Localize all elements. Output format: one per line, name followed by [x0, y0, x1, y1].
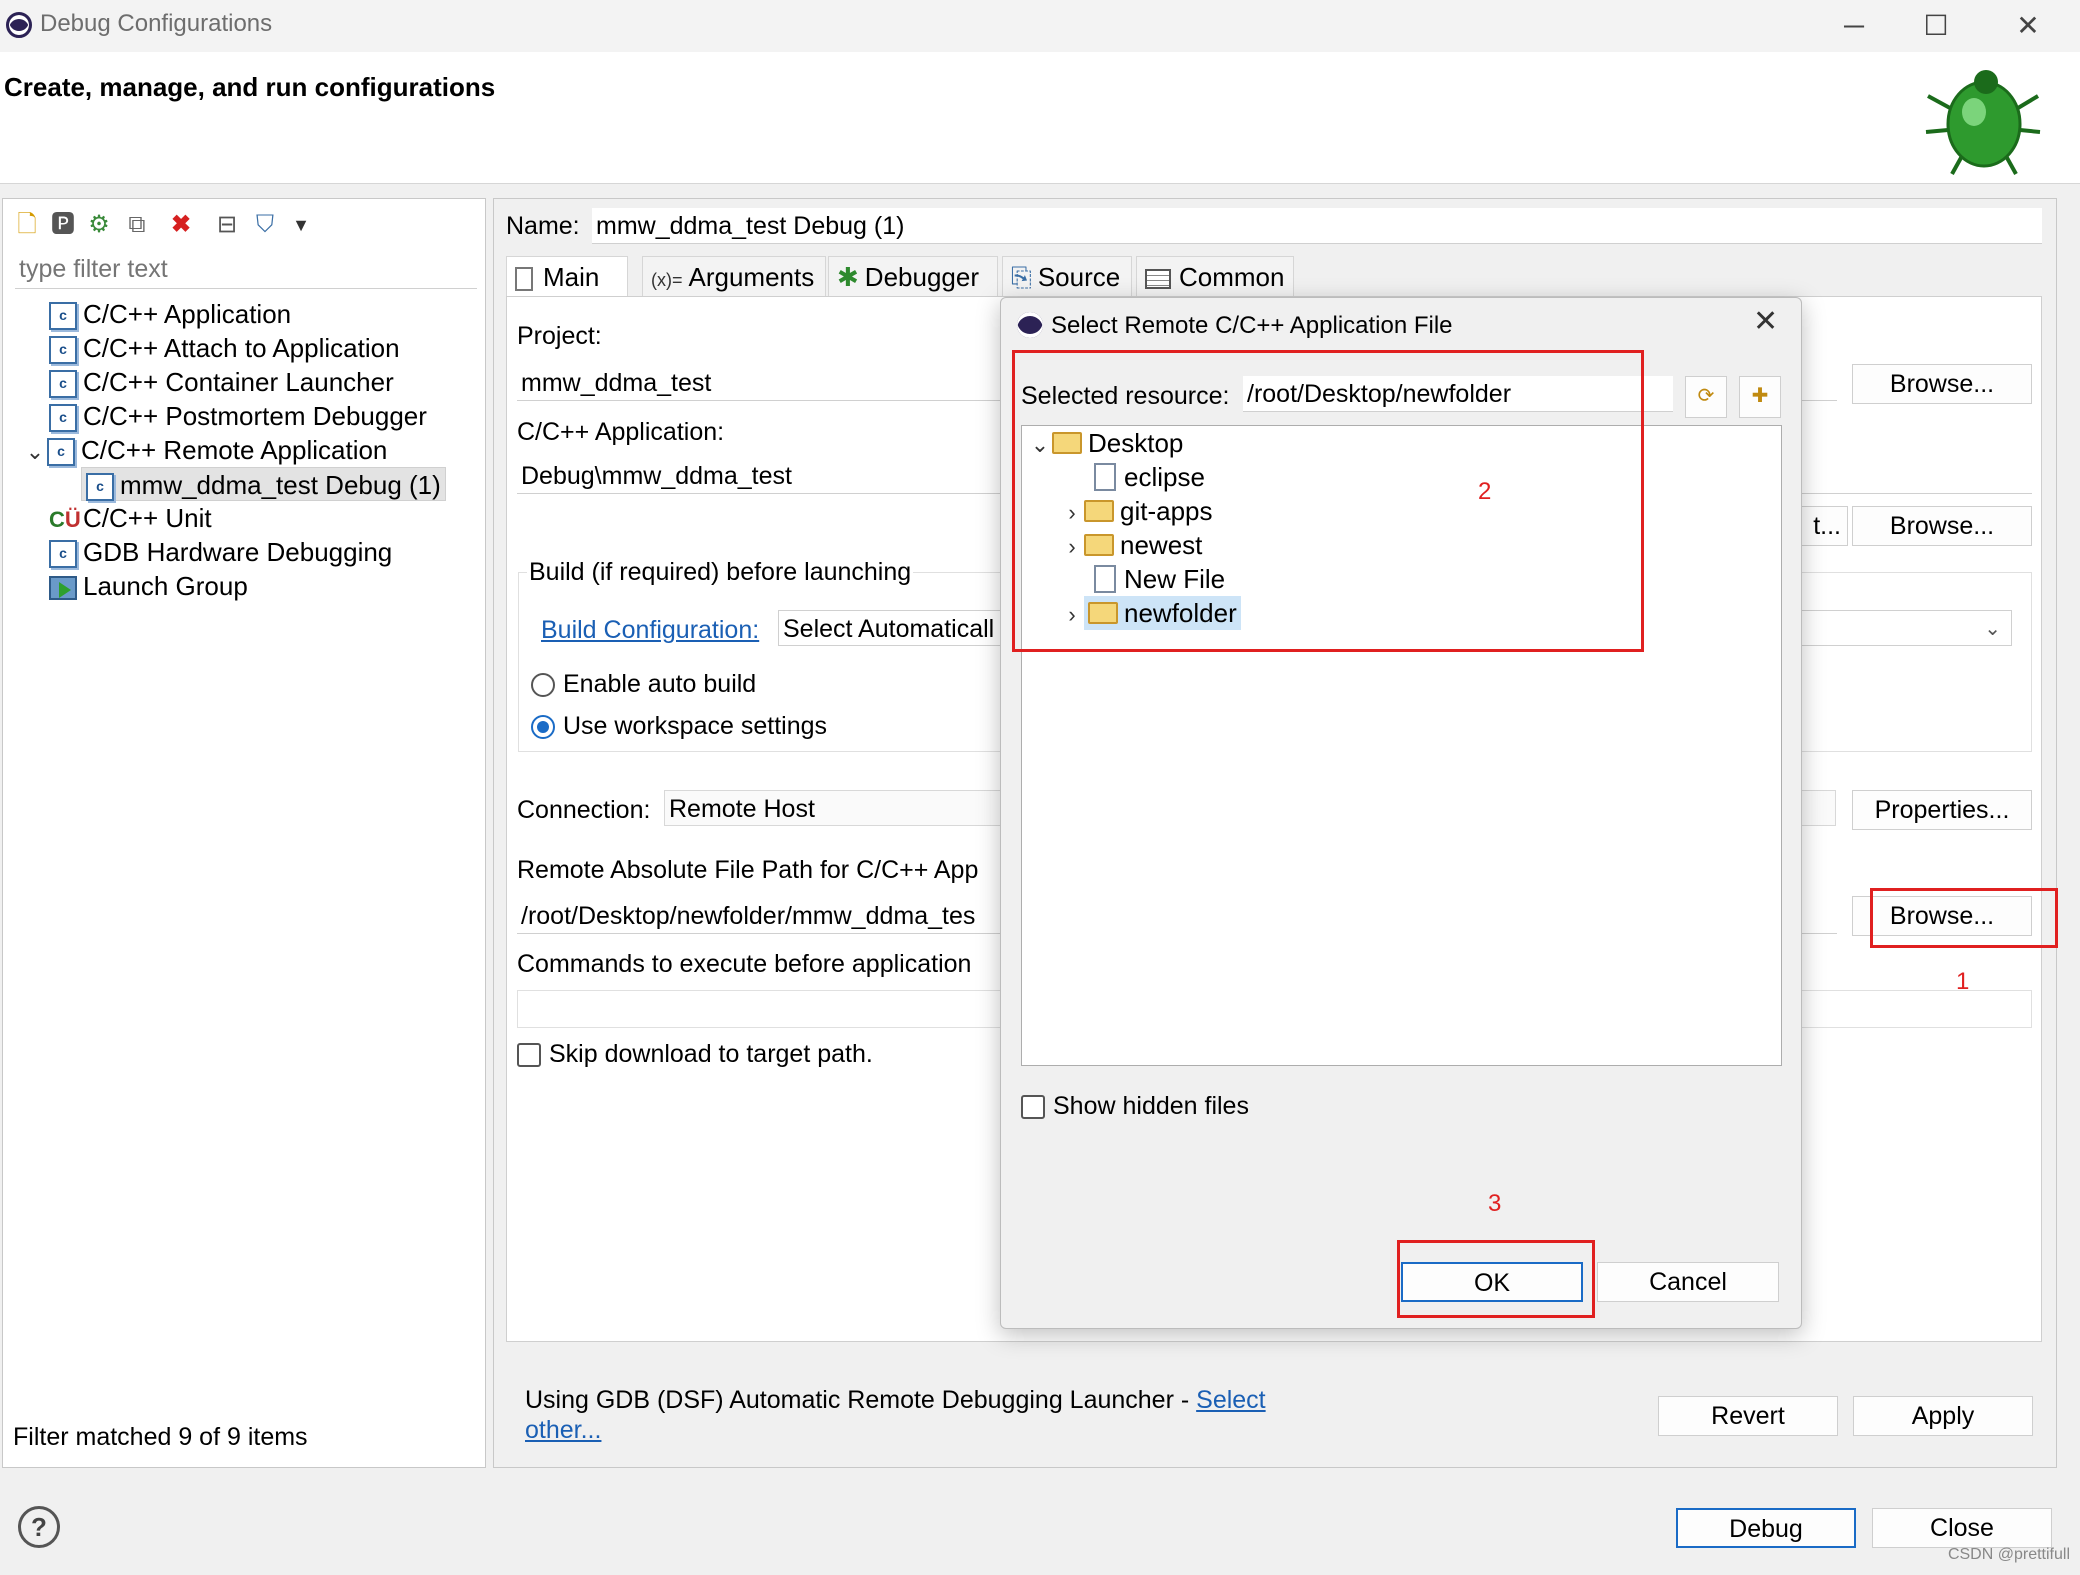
header-banner: Create, manage, and run configurations: [0, 52, 2080, 184]
minimize-button[interactable]: ─: [1826, 4, 1882, 48]
cu-icon: CÜ: [49, 507, 81, 532]
launch-group-icon: [49, 576, 77, 601]
new-folder-icon[interactable]: ✚: [1739, 376, 1781, 418]
debug-button[interactable]: Debug: [1676, 1508, 1856, 1548]
source-icon: ⎘: [1011, 262, 1032, 292]
filter-icon[interactable]: ⛉: [249, 209, 281, 241]
connection-label: Connection:: [517, 796, 651, 824]
show-hidden-files-checkbox[interactable]: Show hidden files: [1021, 1092, 1249, 1121]
close-window-button[interactable]: ✕: [2000, 4, 2056, 48]
view-menu-icon[interactable]: ▼: [285, 209, 317, 241]
build-group-label: Build (if required) before launching: [527, 558, 914, 587]
tree-item-cpp-attach[interactable]: c C/C++ Attach to Application: [49, 331, 400, 365]
c-config-icon: c: [49, 302, 77, 331]
common-icon: [1145, 269, 1171, 290]
select-other-link[interactable]: Select: [1196, 1386, 1265, 1414]
header-title: Create, manage, and run configurations: [4, 72, 496, 102]
new-prototype-icon[interactable]: 🅿: [47, 209, 79, 241]
tab-arguments[interactable]: (x)= Arguments: [642, 256, 826, 296]
tree-item-cpp-unit[interactable]: CÜC/C++ Unit: [49, 501, 212, 535]
browse-project-button[interactable]: Browse...: [1852, 364, 2032, 404]
window-title: Debug Configurations: [40, 10, 273, 37]
application-label: C/C++ Application:: [517, 418, 725, 446]
revert-button[interactable]: Revert: [1658, 1396, 1838, 1436]
build-configuration-link[interactable]: Build Configuration:: [541, 616, 759, 645]
main-tab-icon: [515, 267, 533, 292]
filter-input[interactable]: [15, 251, 477, 289]
delete-icon[interactable]: ✖: [165, 209, 197, 241]
tree-item-launch-group[interactable]: Launch Group: [49, 569, 248, 603]
configuration-list-panel: 🗋 🅿 ⚙ ⧉ ✖ ⊟ ⛉ ▼ cC/C++ Application cC/C+…: [2, 198, 486, 1468]
c-config-icon: c: [49, 336, 77, 365]
annotation-box-1: [1870, 888, 2058, 948]
annotation-box-3: [1397, 1240, 1595, 1318]
use-workspace-settings-radio[interactable]: Use workspace settings: [531, 712, 827, 741]
title-bar: Debug Configurations ─ ☐ ✕: [0, 0, 2080, 52]
skip-download-checkbox[interactable]: Skip download to target path.: [517, 1040, 873, 1069]
dialog-title: Select Remote C/C++ Application File: [1051, 312, 1453, 339]
c-config-icon: c: [49, 370, 77, 399]
eclipse-logo-icon: [6, 12, 32, 38]
tree-item-cpp-application[interactable]: c C/C++ Application: [49, 297, 291, 331]
dialog-close-icon[interactable]: ✕: [1753, 304, 1778, 339]
select-other-link-cont[interactable]: other...: [525, 1416, 601, 1445]
eclipse-logo-icon: [1017, 312, 1043, 338]
c-config-icon: c: [86, 473, 114, 502]
new-config-icon[interactable]: 🗋: [11, 209, 43, 241]
filter-status: Filter matched 9 of 9 items: [13, 1423, 308, 1451]
tab-source[interactable]: ⎘ Source: [1002, 256, 1132, 296]
bug-icon: [1925, 70, 2041, 175]
launcher-description: Using GDB (DSF) Automatic Remote Debuggi…: [525, 1386, 1266, 1414]
c-config-icon: c: [47, 438, 75, 467]
c-config-icon: c: [49, 404, 77, 433]
tree-item-cpp-remote[interactable]: ⌄ c C/C++ Remote Application: [23, 433, 387, 467]
collapse-all-icon[interactable]: ⊟: [211, 209, 243, 241]
annotation-number-3: 3: [1488, 1190, 1502, 1217]
tab-debugger[interactable]: ✱ Debugger: [828, 256, 998, 296]
project-label: Project:: [517, 322, 602, 350]
name-field[interactable]: mmw_ddma_test Debug (1): [592, 208, 2042, 244]
remote-path-label: Remote Absolute File Path for C/C++ App: [517, 856, 979, 884]
name-label: Name:: [506, 212, 580, 240]
enable-auto-build-radio[interactable]: Enable auto build: [531, 670, 756, 699]
chevron-down-icon: ⌄: [1984, 618, 2001, 640]
tab-main[interactable]: Main: [506, 256, 628, 296]
properties-button[interactable]: Properties...: [1852, 790, 2032, 830]
tree-item-cpp-postmortem[interactable]: c C/C++ Postmortem Debugger: [49, 399, 427, 433]
commands-label: Commands to execute before application: [517, 950, 972, 978]
debugger-bug-icon: ✱: [837, 262, 859, 292]
browse-application-button[interactable]: Browse...: [1852, 506, 2032, 546]
refresh-folder-icon[interactable]: ⟳: [1685, 376, 1727, 418]
c-config-icon: c: [49, 540, 77, 569]
chevron-down-icon[interactable]: ⌄: [23, 435, 47, 469]
arguments-icon: (x)=: [651, 270, 683, 290]
duplicate-icon[interactable]: ⧉: [121, 209, 153, 241]
maximize-button[interactable]: ☐: [1908, 4, 1964, 48]
tab-common[interactable]: Common: [1136, 256, 1294, 296]
help-icon[interactable]: ?: [18, 1506, 60, 1548]
tree-item-cpp-container[interactable]: c C/C++ Container Launcher: [49, 365, 394, 399]
close-button[interactable]: Close: [1872, 1508, 2052, 1548]
export-icon[interactable]: ⚙: [83, 209, 115, 241]
tree-item-gdb-hardware[interactable]: c GDB Hardware Debugging: [49, 535, 392, 569]
annotation-box-2: [1012, 350, 1644, 652]
annotation-number-2: 2: [1478, 478, 1492, 505]
tree-item-mmw-ddma-debug[interactable]: c mmw_ddma_test Debug (1): [81, 467, 446, 502]
watermark: CSDN @prettifull: [1947, 1546, 2070, 1563]
apply-button[interactable]: Apply: [1853, 1396, 2033, 1436]
cancel-button[interactable]: Cancel: [1597, 1262, 1779, 1302]
